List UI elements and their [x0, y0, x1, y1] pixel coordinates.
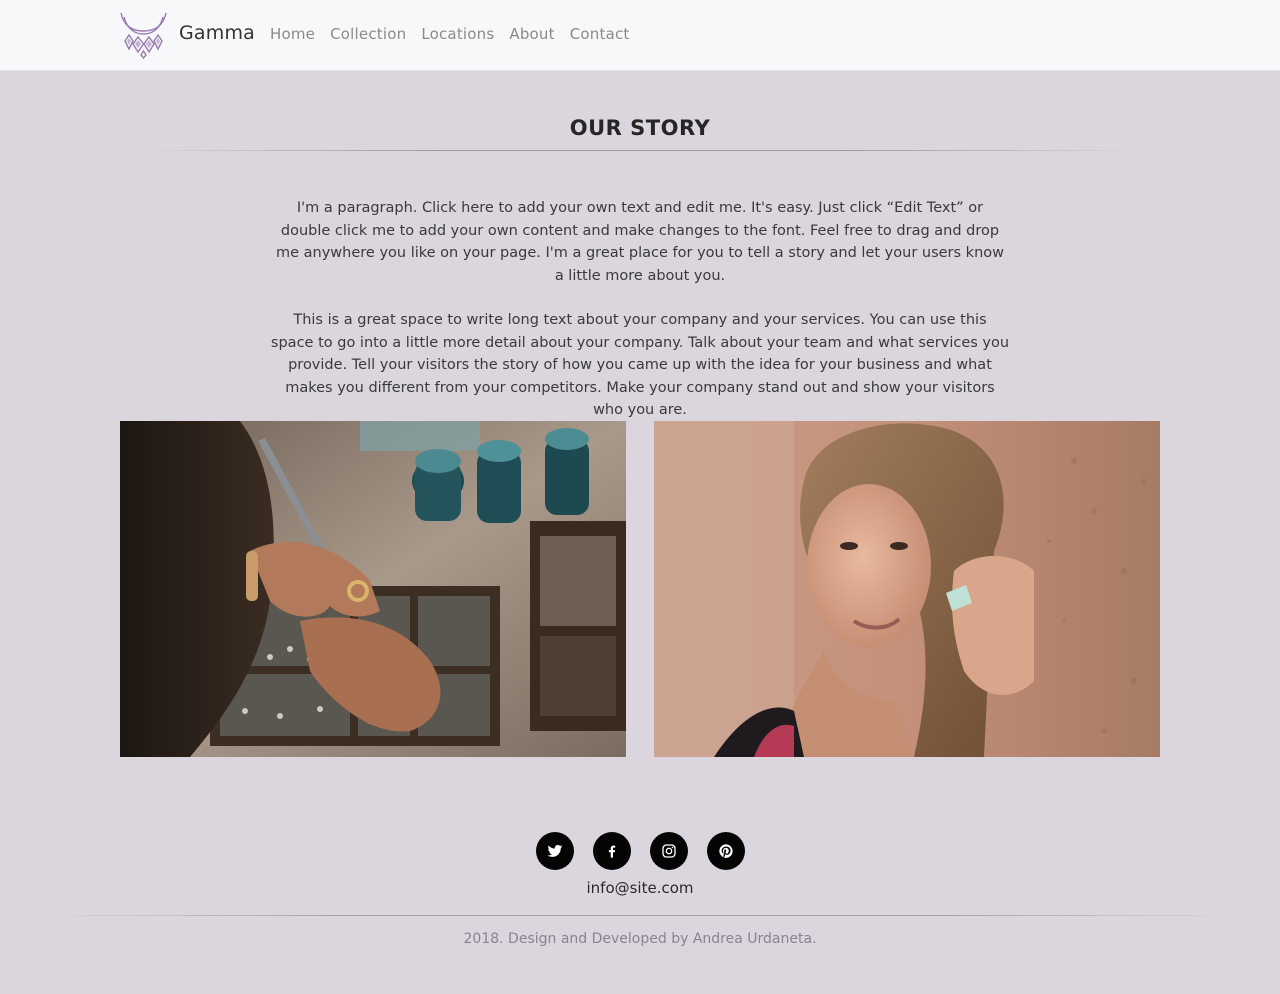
- facebook-button[interactable]: [592, 832, 631, 870]
- pinterest-button[interactable]: [706, 832, 745, 870]
- story-paragraph-2: This is a great space to write long text…: [270, 312, 1010, 418]
- section-title: OUR STORY: [569, 116, 711, 140]
- twitter-icon: [547, 845, 562, 857]
- social-links: [0, 832, 1280, 870]
- story-text: I'm a paragraph. Click here to add your …: [270, 197, 1010, 422]
- main-nav: Home Collection Locations About Contact: [270, 25, 630, 43]
- nav-link-collection[interactable]: Collection: [330, 25, 406, 43]
- top-navbar: Gamma Home Collection Locations About Co…: [0, 0, 1280, 71]
- nav-link-locations[interactable]: Locations: [421, 25, 494, 43]
- nav-link-about[interactable]: About: [509, 25, 554, 43]
- brand-logo-link[interactable]: [119, 11, 168, 59]
- contact-email[interactable]: info@site.com: [0, 879, 1280, 897]
- jewelry-workshop-photo: [120, 421, 626, 757]
- instagram-button[interactable]: [649, 832, 688, 870]
- twitter-button[interactable]: [535, 832, 574, 870]
- model-portrait-photo: [654, 421, 1160, 757]
- footer-credits: 2018. Design and Developed by Andrea Urd…: [463, 931, 817, 947]
- footer-divider: [40, 915, 1240, 916]
- facebook-icon: [608, 845, 615, 858]
- nav-link-contact[interactable]: Contact: [570, 25, 630, 43]
- title-divider: [140, 150, 1140, 151]
- instagram-icon: [661, 844, 676, 858]
- nav-link-home[interactable]: Home: [270, 25, 315, 43]
- story-paragraph-1: I'm a paragraph. Click here to add your …: [276, 200, 1004, 284]
- necklace-logo-icon: [120, 12, 167, 59]
- brand-name[interactable]: Gamma: [179, 22, 255, 44]
- pinterest-icon: [718, 844, 733, 858]
